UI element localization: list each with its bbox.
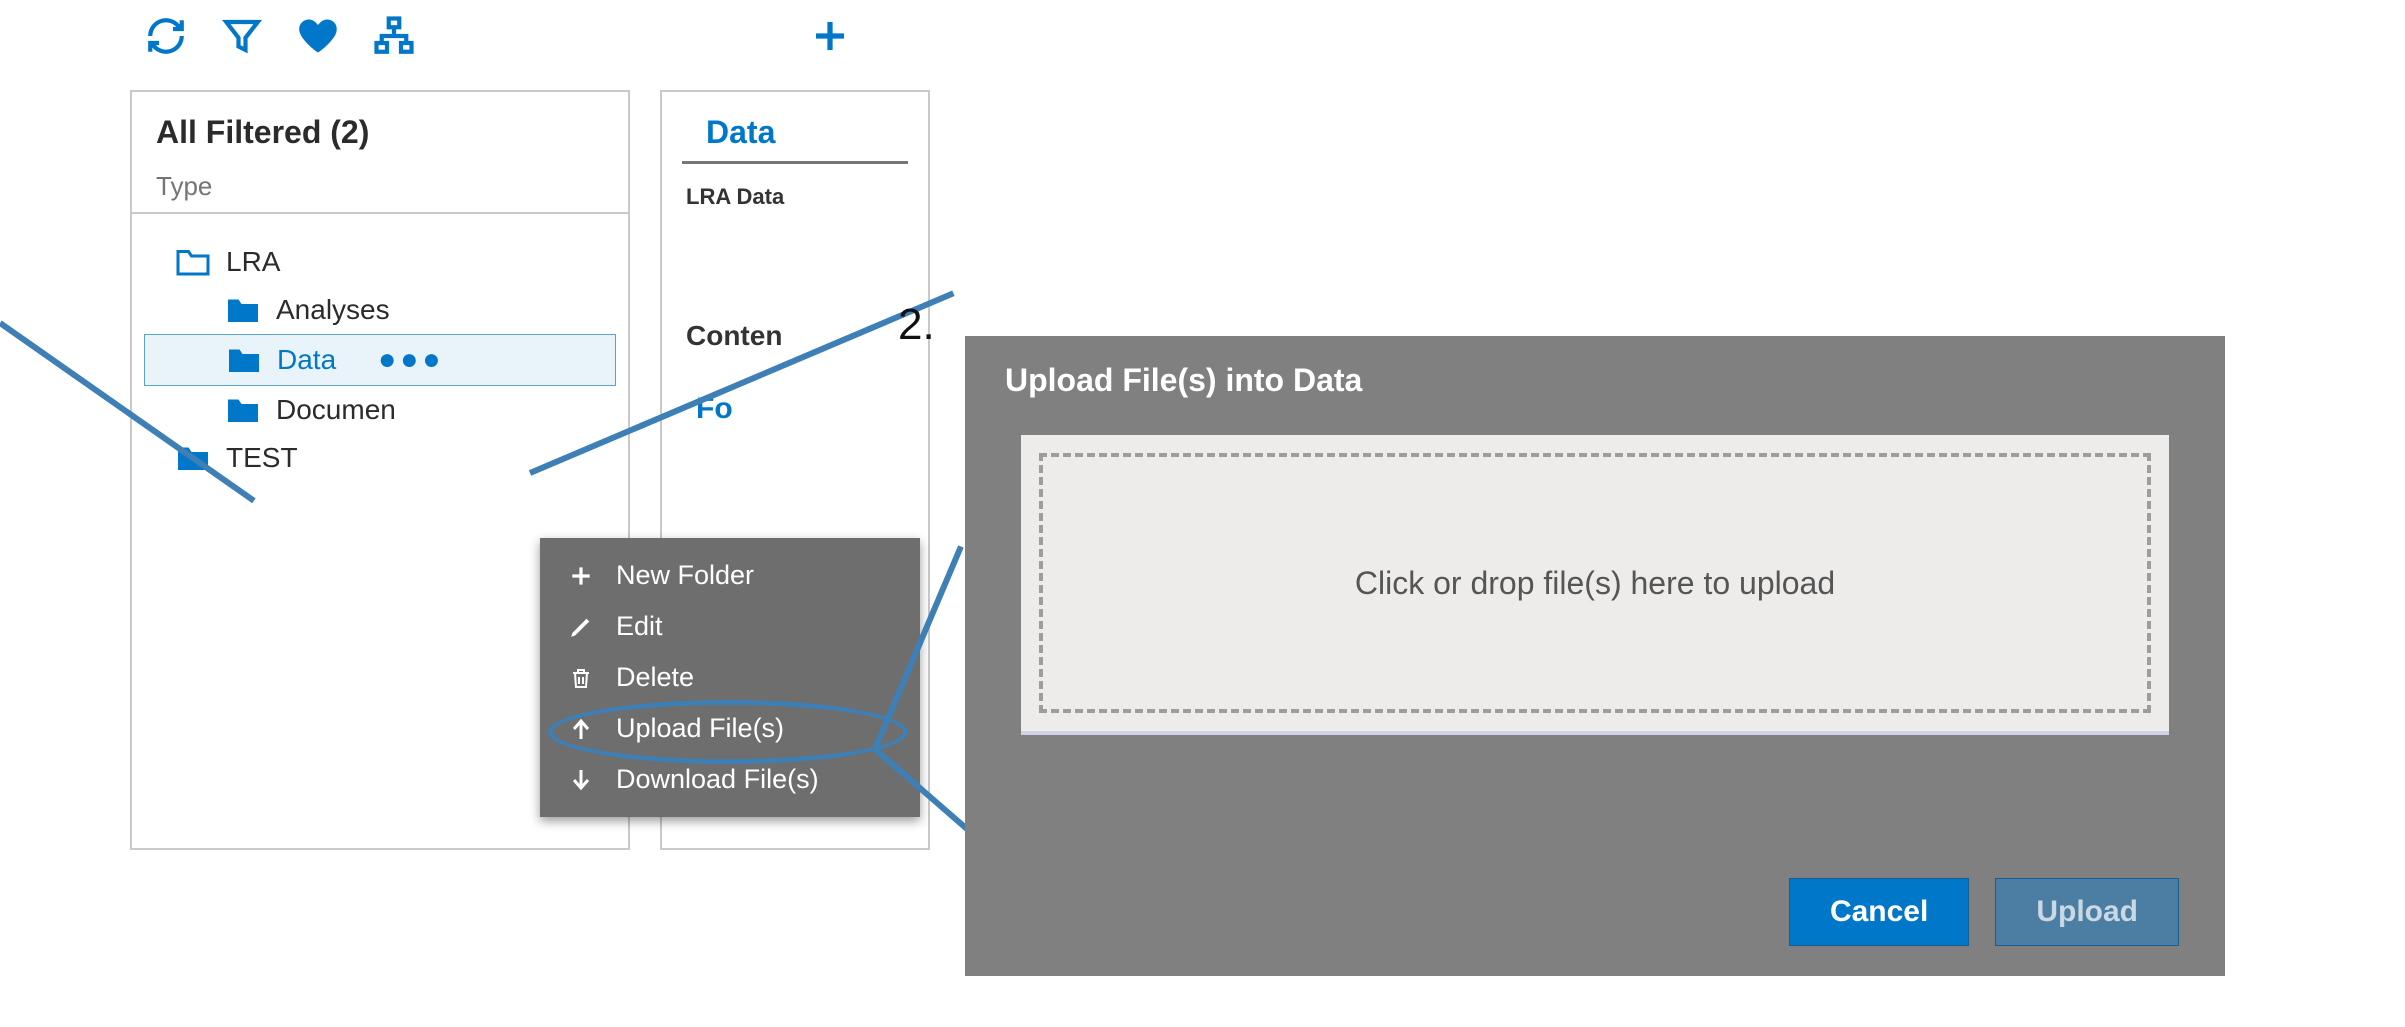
- more-dots-icon[interactable]: ●●●: [378, 343, 444, 377]
- tree-item-label: LRA: [226, 246, 280, 278]
- menu-delete[interactable]: Delete: [540, 652, 920, 703]
- toolbar: [130, 0, 890, 72]
- menu-upload-files[interactable]: Upload File(s): [540, 703, 920, 754]
- menu-label: Upload File(s): [616, 713, 784, 744]
- arrow-up-icon: [566, 714, 596, 744]
- context-menu: New Folder Edit Delete Upload File(s) Do…: [540, 538, 920, 817]
- menu-label: Edit: [616, 611, 663, 642]
- plus-icon: [566, 561, 596, 591]
- detail-heading: Data: [682, 92, 908, 164]
- menu-label: Download File(s): [616, 764, 819, 795]
- dropzone[interactable]: Click or drop file(s) here to upload: [1039, 453, 2151, 713]
- folder-icon: [224, 295, 262, 325]
- tree-title: All Filtered (2): [132, 92, 628, 157]
- folder-heading: Fo: [662, 358, 928, 460]
- menu-label: New Folder: [616, 560, 754, 591]
- content-heading: Conten: [662, 230, 928, 358]
- filter-icon[interactable]: [218, 12, 266, 60]
- tree-icon[interactable]: [370, 12, 418, 60]
- tree-item-documents[interactable]: Documen: [144, 386, 616, 434]
- type-filter[interactable]: [132, 157, 628, 214]
- upload-button[interactable]: Upload: [1995, 878, 2179, 946]
- folder-icon: [225, 345, 263, 375]
- tree-item-label: TEST: [226, 442, 298, 474]
- heart-icon[interactable]: [294, 12, 342, 60]
- cancel-button[interactable]: Cancel: [1789, 878, 1969, 946]
- trash-icon: [566, 663, 596, 693]
- tree-item-data[interactable]: Data ●●●: [144, 334, 616, 386]
- arrow-down-icon: [566, 765, 596, 795]
- refresh-icon[interactable]: [142, 12, 190, 60]
- dropzone-container: Click or drop file(s) here to upload: [1021, 435, 2169, 735]
- detail-sub: LRA Data: [662, 164, 928, 230]
- folder-icon: [224, 395, 262, 425]
- tree-item-label: Data: [277, 344, 336, 376]
- folder-outline-icon: [174, 247, 212, 277]
- tree-item-analyses[interactable]: Analyses: [144, 286, 616, 334]
- tree-item-label: Analyses: [276, 294, 390, 326]
- menu-download-files[interactable]: Download File(s): [540, 754, 920, 805]
- dropzone-text: Click or drop file(s) here to upload: [1355, 565, 1835, 602]
- menu-new-folder[interactable]: New Folder: [540, 550, 920, 601]
- upload-modal: Upload File(s) into Data Click or drop f…: [965, 336, 2225, 976]
- pencil-icon: [566, 612, 596, 642]
- tree-item-label: Documen: [276, 394, 396, 426]
- step-number: 2.: [898, 300, 935, 350]
- modal-title: Upload File(s) into Data: [965, 336, 2225, 409]
- plus-icon[interactable]: [806, 12, 854, 60]
- menu-label: Delete: [616, 662, 694, 693]
- tree-item-lra[interactable]: LRA: [144, 238, 616, 286]
- menu-edit[interactable]: Edit: [540, 601, 920, 652]
- type-input[interactable]: [156, 171, 604, 202]
